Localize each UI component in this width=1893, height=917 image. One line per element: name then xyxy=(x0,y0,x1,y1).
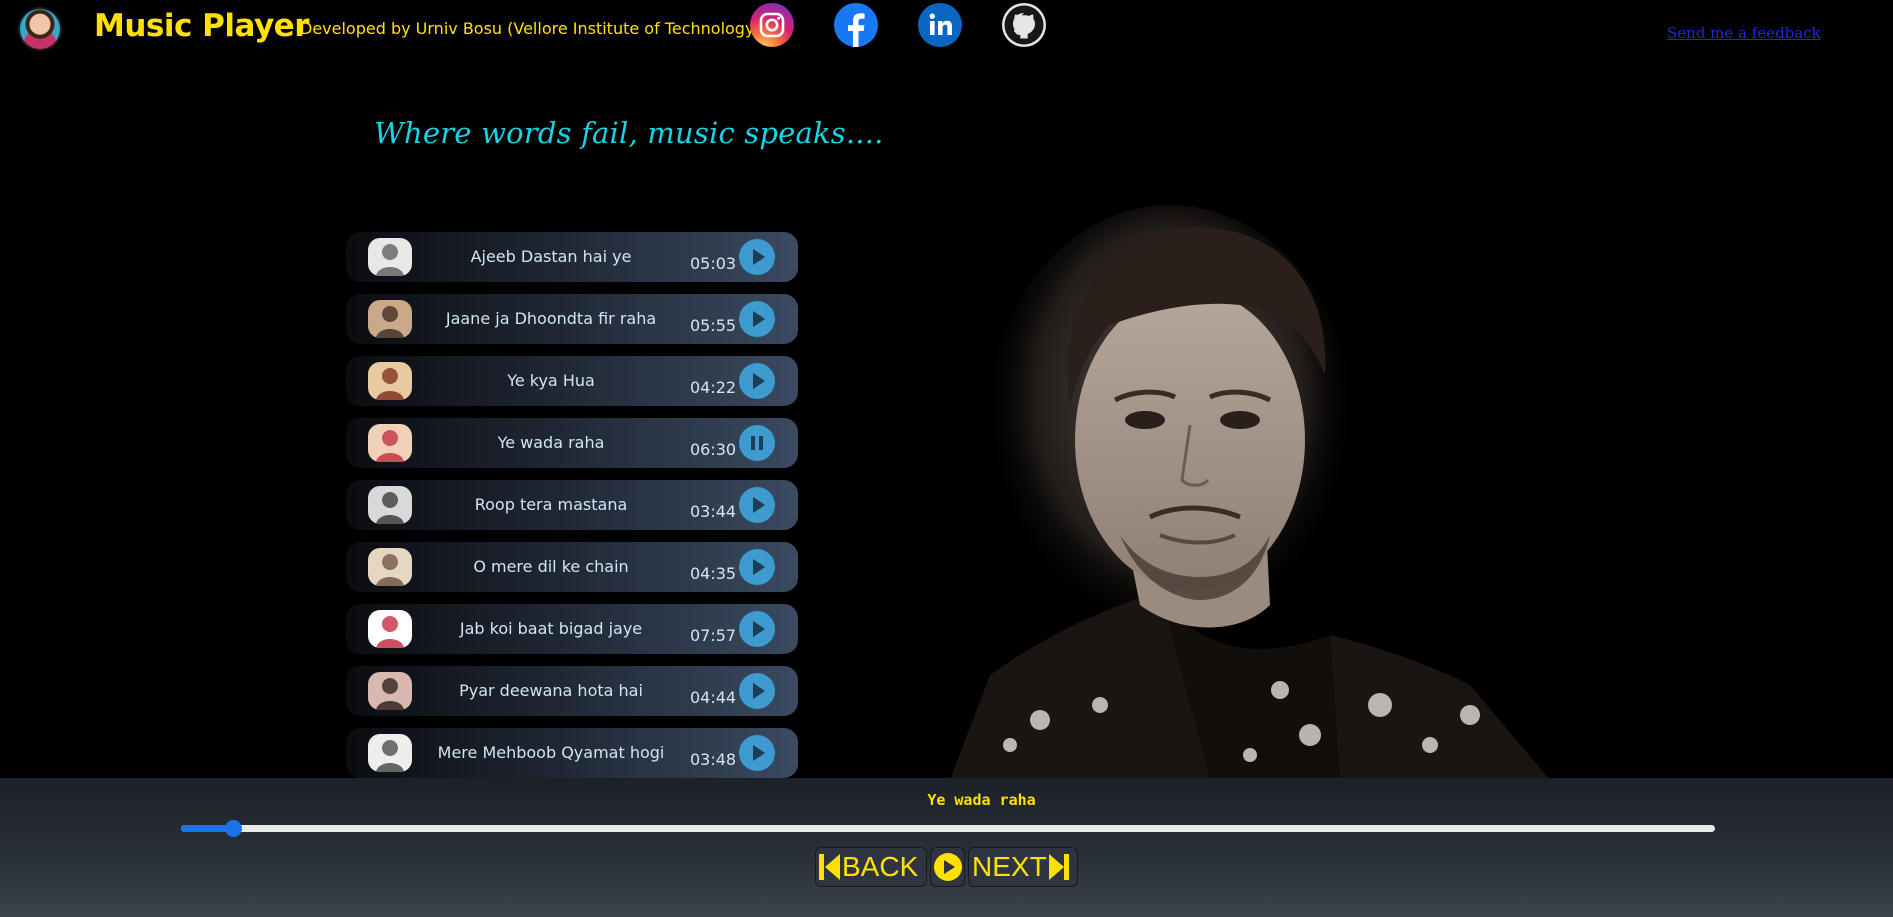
song-thumbnail xyxy=(368,672,412,710)
header-bar: Music Player Developed by Urniv Bosu (Ve… xyxy=(0,0,1893,60)
song-row[interactable]: O mere dil ke chain 04:35 xyxy=(346,542,798,592)
song-row[interactable]: Pyar deewana hota hai 04:44 xyxy=(346,666,798,716)
song-duration: 03:44 xyxy=(690,502,737,521)
song-duration: 04:22 xyxy=(690,378,737,397)
song-row[interactable]: Ye wada raha 06:30 xyxy=(346,418,798,468)
song-title: Mere Mehboob Qyamat hogi xyxy=(437,743,665,762)
tagline-quote: Where words fail, music speaks.... xyxy=(374,116,884,150)
instagram-icon[interactable] xyxy=(750,3,794,47)
pause-icon xyxy=(751,436,763,450)
song-play-button[interactable] xyxy=(739,549,775,585)
github-icon[interactable] xyxy=(1002,3,1046,47)
play-icon xyxy=(753,621,765,637)
song-thumbnail xyxy=(368,610,412,648)
song-play-button[interactable] xyxy=(739,735,775,771)
song-duration: 05:55 xyxy=(690,316,737,335)
profile-avatar xyxy=(18,7,62,51)
song-title: Pyar deewana hota hai xyxy=(459,681,643,700)
skip-back-icon xyxy=(819,854,840,880)
song-row[interactable]: Jab koi baat bigad jaye 07:57 xyxy=(346,604,798,654)
back-label: BACK xyxy=(842,851,919,882)
song-thumbnail xyxy=(368,300,412,338)
song-row[interactable]: Mere Mehboob Qyamat hogi 03:48 xyxy=(346,728,798,778)
song-play-button[interactable] xyxy=(739,673,775,709)
play-icon xyxy=(753,559,765,575)
app-title: Music Player xyxy=(94,8,310,44)
play-icon xyxy=(753,497,765,513)
player-bar: Ye wada raha BACK NEXT xyxy=(0,778,1893,917)
song-duration: 04:35 xyxy=(690,564,737,583)
song-row[interactable]: Ye kya Hua 04:22 xyxy=(346,356,798,406)
song-duration: 06:30 xyxy=(690,440,737,459)
song-thumbnail xyxy=(368,424,412,462)
song-title: Jaane ja Dhoondta fir raha xyxy=(445,309,657,328)
song-duration: 07:57 xyxy=(690,626,737,645)
song-thumbnail xyxy=(368,238,412,276)
song-row[interactable]: Ajeeb Dastan hai ye 05:03 xyxy=(346,232,798,282)
now-playing-title: Ye wada raha xyxy=(927,791,1036,809)
facebook-icon[interactable] xyxy=(834,3,878,47)
song-title: Jab koi baat bigad jaye xyxy=(459,619,643,638)
song-title: O mere dil ke chain xyxy=(473,557,629,576)
song-play-button[interactable] xyxy=(739,363,775,399)
song-list: Ajeeb Dastan hai ye 05:03 Jaane ja Dhoondt… xyxy=(346,232,798,790)
progress-knob[interactable] xyxy=(225,820,243,837)
song-thumbnail xyxy=(368,362,412,400)
song-play-button[interactable] xyxy=(739,239,775,275)
progress-slider[interactable] xyxy=(181,820,1715,837)
song-play-button[interactable] xyxy=(739,487,775,523)
song-thumbnail xyxy=(368,734,412,772)
next-button[interactable]: NEXT xyxy=(968,847,1078,887)
song-row[interactable]: Roop tera mastana 03:44 xyxy=(346,480,798,530)
play-icon xyxy=(753,249,765,265)
play-pause-button[interactable] xyxy=(930,847,965,887)
play-icon xyxy=(753,373,765,389)
song-title: Ajeeb Dastan hai ye xyxy=(470,247,632,266)
song-title: Ye kya Hua xyxy=(507,371,595,390)
song-duration: 04:44 xyxy=(690,688,737,707)
developer-credit: Developed by Urniv Bosu (Vellore Institu… xyxy=(300,19,761,38)
song-row[interactable]: Jaane ja Dhoondta fir raha 05:55 xyxy=(346,294,798,344)
back-button[interactable]: BACK xyxy=(815,847,927,887)
feedback-link[interactable]: Send me a feedback xyxy=(1667,24,1821,42)
song-duration: 03:48 xyxy=(690,750,737,769)
song-title: Roop tera mastana xyxy=(474,495,628,514)
play-icon xyxy=(753,311,765,327)
song-duration: 05:03 xyxy=(690,254,737,273)
linkedin-icon[interactable] xyxy=(918,3,962,47)
song-pause-button[interactable] xyxy=(739,425,775,461)
play-icon xyxy=(753,745,765,761)
artist-portrait xyxy=(950,205,1560,780)
song-play-button[interactable] xyxy=(739,301,775,337)
skip-forward-icon xyxy=(1048,854,1069,880)
play-icon xyxy=(753,683,765,699)
song-play-button[interactable] xyxy=(739,611,775,647)
song-thumbnail xyxy=(368,548,412,586)
play-icon xyxy=(933,853,962,881)
song-thumbnail xyxy=(368,486,412,524)
next-label: NEXT xyxy=(972,851,1047,882)
song-title: Ye wada raha xyxy=(497,433,605,452)
